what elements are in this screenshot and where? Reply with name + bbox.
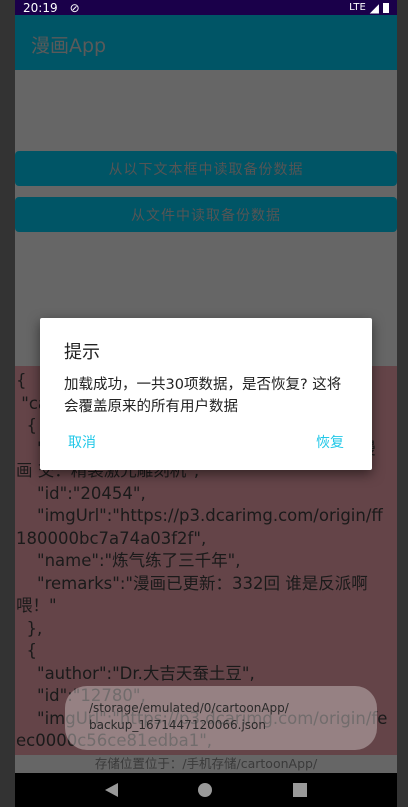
toast-line-1: /storage/emulated/0/cartoonApp/: [89, 701, 289, 715]
status-bar: 20:19 ⊘ LTE ◢: [15, 0, 397, 15]
app-bar: 漫画App: [15, 15, 397, 70]
storage-location-label: 存储位置位于：/手机存储/cartoonApp/: [15, 755, 397, 773]
home-icon[interactable]: [198, 783, 213, 797]
restore-dialog: 提示 加载成功，一共30项数据，是否恢复? 这将会覆盖原来的所有用户数据 取消 …: [40, 318, 372, 470]
toast: /storage/emulated/0/cartoonApp/backup_16…: [65, 686, 377, 750]
dialog-title: 提示: [64, 342, 100, 363]
navigation-bar: [15, 773, 397, 807]
read-from-text-button[interactable]: 从以下文本框中读取备份数据: [15, 151, 397, 186]
battery-icon: [383, 2, 389, 13]
signal-icon: ◢: [369, 0, 379, 15]
recents-icon[interactable]: [292, 783, 307, 797]
dialog-message: 加载成功，一共30项数据，是否恢复? 这将会覆盖原来的所有用户数据: [64, 377, 342, 415]
network-label: LTE: [349, 2, 366, 13]
app-title: 漫画App: [31, 35, 107, 57]
toast-line-2: backup_1671447120066.json: [89, 718, 266, 732]
cancel-button[interactable]: 取消: [68, 432, 96, 452]
sync-icon: ⊘: [69, 0, 80, 15]
status-time: 20:19: [23, 0, 58, 15]
back-icon[interactable]: [105, 783, 119, 797]
read-from-file-button[interactable]: 从文件中读取备份数据: [15, 197, 397, 232]
restore-button[interactable]: 恢复: [316, 432, 344, 452]
